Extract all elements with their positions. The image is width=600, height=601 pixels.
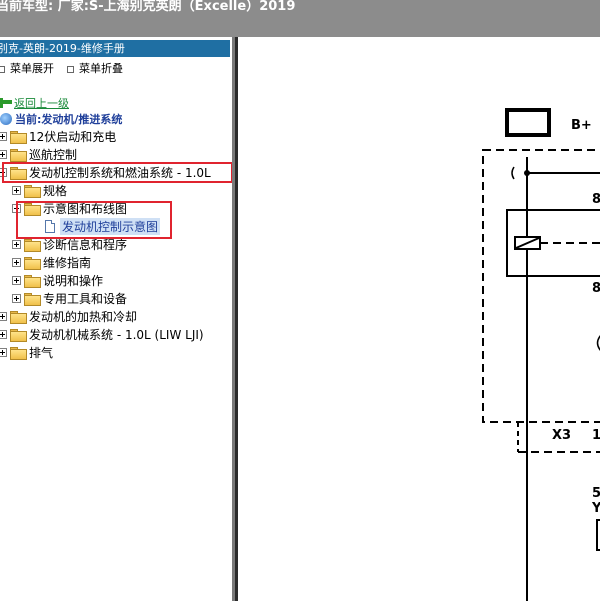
expand-toggle-icon[interactable] — [0, 149, 7, 159]
tree-item[interactable]: 12伏启动和充电 — [0, 127, 116, 145]
tree-item[interactable]: 专用工具和设备 — [12, 289, 127, 307]
module-outline — [482, 149, 600, 423]
folder-icon — [10, 148, 27, 162]
connector-pin-label: 1 — [592, 428, 600, 443]
globe-icon — [0, 113, 12, 125]
highlight-box — [16, 201, 172, 239]
folder-icon — [24, 274, 41, 288]
wire-color-label: Y — [591, 501, 600, 516]
current-section-label: 当前:发动机/推进系统 — [15, 113, 123, 126]
back-link-label: 返回上一级 — [14, 97, 69, 110]
tree-item[interactable]: 巡航控制 — [0, 145, 77, 163]
expand-icon — [0, 65, 5, 73]
collapse-icon — [67, 65, 74, 73]
connector-label: X3 — [552, 428, 571, 443]
expand-toggle-icon[interactable] — [12, 257, 21, 267]
tree-item[interactable]: 维修指南 — [12, 253, 91, 271]
wire-break-mark — [511, 166, 515, 180]
expand-all-button[interactable]: 菜单展开 — [0, 61, 54, 77]
expand-toggle-icon[interactable] — [0, 347, 7, 357]
manual-title-bar: 别克-英朗-2019-维修手册 — [0, 40, 230, 57]
battery-positive-label: B+ — [571, 118, 592, 133]
collapse-all-button[interactable]: 菜单折叠 — [67, 61, 123, 77]
battery-box — [505, 108, 551, 137]
window-title: 当前车型: 厂家:S-上海别克英朗（Excelle）2019 — [0, 0, 296, 14]
sidebar-tree-panel: 别克-英朗-2019-维修手册 菜单展开 菜单折叠 返回上一级 当前:发动机/推… — [0, 37, 234, 601]
folder-icon — [24, 238, 41, 252]
tree-item-label: 说明和操作 — [43, 273, 104, 288]
folder-icon — [24, 292, 41, 306]
expand-toggle-icon[interactable] — [12, 275, 21, 285]
expand-toggle-icon[interactable] — [12, 293, 21, 303]
folder-icon — [10, 346, 27, 360]
collapse-all-label: 菜单折叠 — [79, 62, 123, 75]
tree-item-label: 排气 — [29, 345, 54, 360]
folder-icon — [10, 130, 27, 144]
back-link[interactable]: 返回上一级 — [0, 95, 69, 111]
window-title-bar: 当前车型: 厂家:S-上海别克英朗（Excelle）2019 — [0, 0, 600, 37]
tree-item[interactable]: 规格 — [12, 181, 67, 199]
manual-title: 别克-英朗-2019-维修手册 — [0, 42, 125, 55]
folder-icon — [10, 328, 27, 342]
tree-item-label: 发动机的加热和冷却 — [29, 309, 138, 324]
wire-number-label: 5 — [592, 486, 600, 501]
tree-item-label: 12伏启动和充电 — [29, 129, 117, 144]
tree-item-label: 发动机机械系统 - 1.0L (LIW LJI) — [29, 327, 204, 342]
highlight-box — [2, 162, 233, 183]
folder-icon — [10, 310, 27, 324]
current-section: 当前:发动机/推进系统 — [0, 111, 122, 127]
expand-toggle-icon[interactable] — [12, 239, 21, 249]
back-arrow-icon — [0, 98, 12, 108]
tree-item[interactable]: 说明和操作 — [12, 271, 103, 289]
expand-toggle-icon[interactable] — [0, 131, 7, 141]
tree-item-label: 专用工具和设备 — [43, 291, 128, 306]
tree-item-label: 巡航控制 — [29, 147, 78, 162]
tree-item[interactable]: 发动机的加热和冷却 — [0, 307, 137, 325]
tree-item-label: 维修指南 — [43, 255, 92, 270]
folder-icon — [24, 256, 41, 270]
expand-toggle-icon[interactable] — [0, 311, 7, 321]
tree-item-label: 规格 — [43, 183, 68, 198]
expand-toggle-icon[interactable] — [0, 329, 7, 339]
expand-all-label: 菜单展开 — [10, 62, 54, 75]
diagram-panel: B+ 8 8 X3 1 5 Y — [238, 37, 600, 601]
tree-item[interactable]: 发动机机械系统 - 1.0L (LIW LJI) — [0, 325, 204, 343]
tree-item[interactable]: 排气 — [0, 343, 53, 361]
pin-label-top: 8 — [592, 192, 600, 207]
folder-icon — [24, 184, 41, 198]
pin-label-bottom: 8 — [592, 281, 600, 296]
expand-toggle-icon[interactable] — [12, 185, 21, 195]
wiring-diagram: B+ 8 8 X3 1 5 Y — [482, 108, 600, 601]
